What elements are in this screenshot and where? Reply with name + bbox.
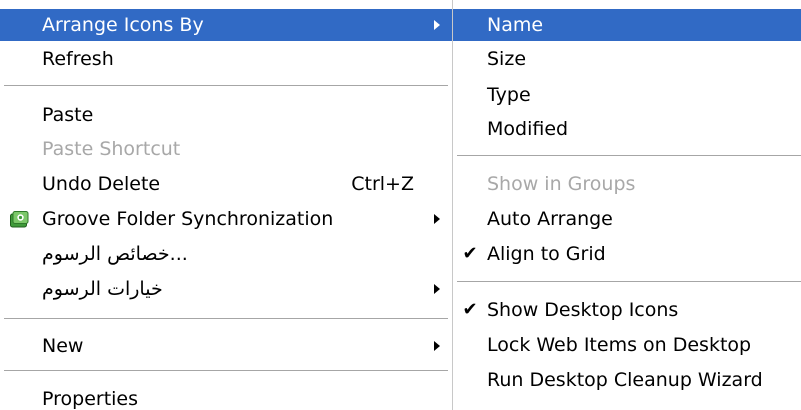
submenu-arrow-icon [434,20,440,30]
menu-item-label: Arrange Icons By [42,14,204,36]
menu-item-label: Undo Delete [42,173,161,195]
menu-item-paste[interactable]: Paste [0,99,452,131]
menu-item-paste-shortcut: Paste Shortcut [0,133,452,165]
menu-item-groove-folder-sync[interactable]: Groove Folder Synchronization [0,203,452,235]
menu-item-graphics-options[interactable]: خيارات الرسوم [0,273,452,305]
submenu-item-name[interactable]: Name [453,9,801,41]
submenu-item-show-desktop-icons[interactable]: ✔ Show Desktop Icons [453,294,801,326]
arrange-icons-submenu: Name Size Type Modified Show in Groups A… [452,0,801,410]
menu-separator [4,370,448,371]
submenu-item-type[interactable]: Type [453,79,801,111]
checkmark-icon: ✔ [462,299,478,320]
menu-item-refresh[interactable]: Refresh [0,43,452,75]
menu-item-label: Properties [42,388,139,410]
submenu-item-auto-arrange[interactable]: Auto Arrange [453,203,801,235]
checkmark-icon: ✔ [462,243,478,264]
menu-item-label: خيارات الرسوم [42,278,163,300]
menu-separator [457,155,801,156]
menu-item-properties[interactable]: Properties [0,383,452,410]
menu-item-label: Show in Groups [487,173,636,195]
menu-item-label: Run Desktop Cleanup Wizard [487,369,763,391]
menu-item-arrange-icons-by[interactable]: Arrange Icons By [0,9,452,41]
menu-item-label: Paste Shortcut [42,138,181,160]
submenu-item-desktop-cleanup[interactable]: Run Desktop Cleanup Wizard [453,364,801,396]
menu-item-label: Type [487,84,531,106]
menu-item-label: New [42,335,84,357]
menu-item-graphics-properties[interactable]: ...خصائص الرسوم [0,238,452,270]
submenu-item-size[interactable]: Size [453,43,801,75]
menu-item-label: Lock Web Items on Desktop [487,334,752,356]
menu-separator [457,281,801,282]
menu-item-label: Groove Folder Synchronization [42,208,334,230]
submenu-item-show-in-groups: Show in Groups [453,168,801,200]
menu-item-new[interactable]: New [0,330,452,362]
menu-item-label: Modified [487,118,569,140]
menu-item-label: Name [487,14,544,36]
menu-separator [4,318,448,319]
menu-separator [4,85,448,86]
menu-item-label: ...خصائص الرسوم [42,243,188,265]
menu-item-label: Show Desktop Icons [487,299,679,321]
menu-item-shortcut: Ctrl+Z [351,173,414,195]
submenu-arrow-icon [434,341,440,351]
menu-item-label: Size [487,48,527,70]
desktop-context-menu: Arrange Icons By Refresh Paste Paste Sho… [0,0,452,410]
submenu-arrow-icon [434,284,440,294]
submenu-item-modified[interactable]: Modified [453,113,801,145]
submenu-item-lock-web-items[interactable]: Lock Web Items on Desktop [453,329,801,361]
submenu-arrow-icon [434,214,440,224]
menu-item-label: Paste [42,104,94,126]
menu-item-undo-delete[interactable]: Undo Delete Ctrl+Z [0,168,452,200]
submenu-item-align-to-grid[interactable]: ✔ Align to Grid [453,238,801,270]
menu-item-label: Align to Grid [487,243,606,265]
menu-item-label: Auto Arrange [487,208,613,230]
groove-folder-sync-icon [10,211,29,228]
menu-item-label: Refresh [42,48,114,70]
